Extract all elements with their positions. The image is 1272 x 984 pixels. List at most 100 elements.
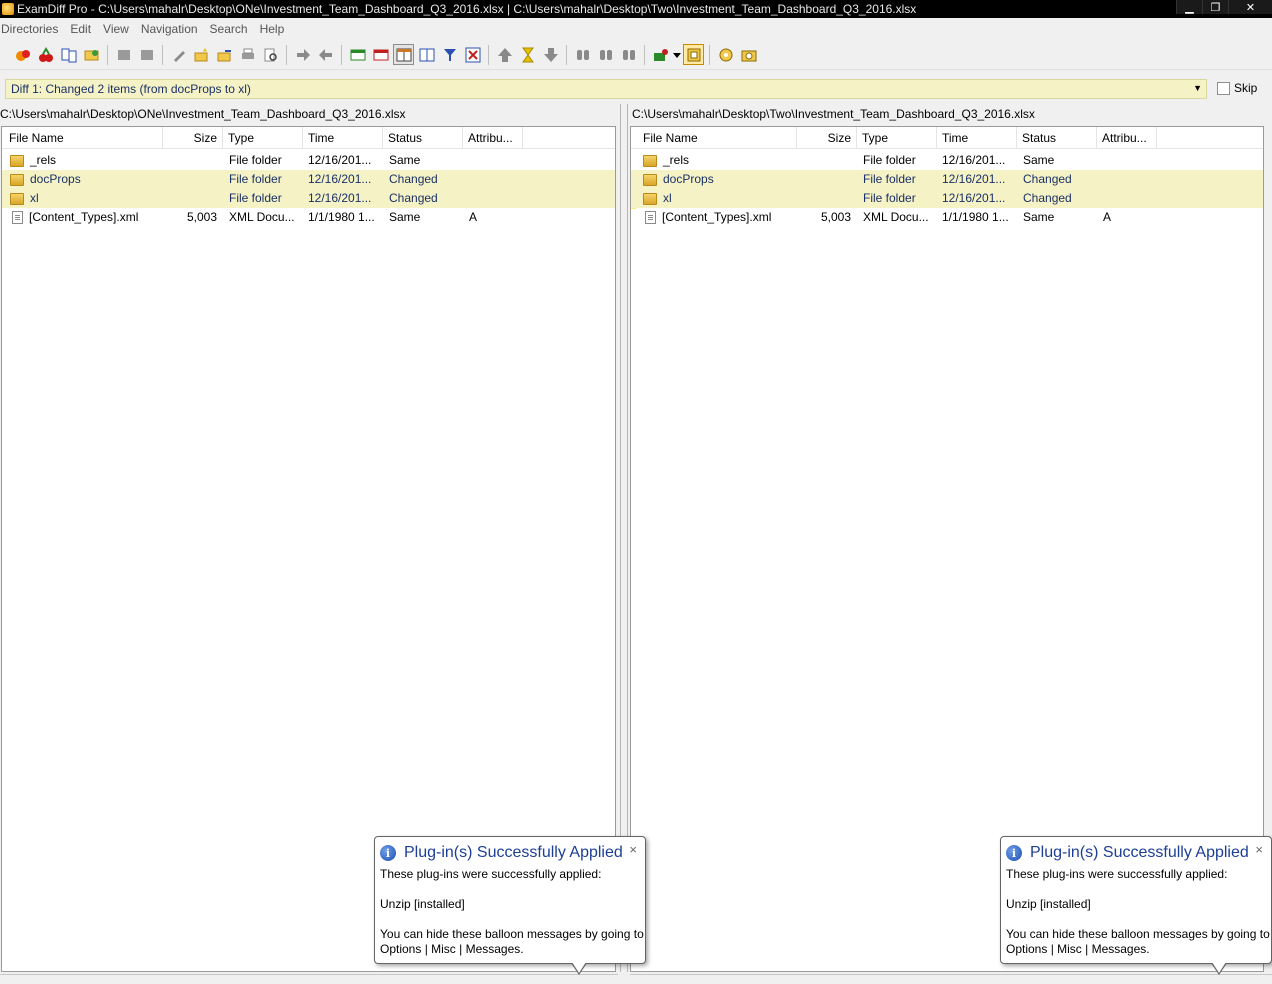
copy-left-icon[interactable] [113, 44, 134, 65]
column-time[interactable]: Time [303, 127, 383, 149]
recompare-icon[interactable] [35, 44, 56, 65]
filter-icon[interactable] [439, 44, 460, 65]
column-size[interactable]: Size [163, 127, 223, 149]
show-different-icon[interactable] [370, 44, 391, 65]
column-attributes[interactable]: Attribu... [463, 127, 523, 149]
table-row[interactable]: docProps File folder 12/16/201... Change… [631, 170, 1263, 189]
arrow-left-icon[interactable] [315, 44, 336, 65]
rename-icon[interactable] [214, 44, 235, 65]
table-row[interactable]: _rels File folder 12/16/201... Same [2, 151, 615, 170]
balloon-close-icon[interactable]: × [1255, 842, 1263, 857]
balloon-line: You can hide these balloon messages by g… [380, 927, 644, 941]
toolbar-separator [566, 44, 567, 65]
file-status: Changed [389, 172, 438, 186]
table-row[interactable]: xl File folder 12/16/201... Changed [631, 189, 1263, 208]
compare-icon[interactable] [12, 44, 33, 65]
dropdown-arrow-icon[interactable] [673, 44, 681, 65]
restore-button[interactable]: ❐ [1202, 0, 1228, 14]
title-bar: ExamDiff Pro - C:\Users\mahalr\Desktop\O… [0, 0, 1272, 18]
prev-diff-icon[interactable] [494, 44, 515, 65]
table-row[interactable]: xl File folder 12/16/201... Changed [2, 189, 615, 208]
column-file-name[interactable]: File Name [638, 127, 797, 149]
snapshot-icon[interactable] [738, 44, 759, 65]
file-status: Changed [1023, 191, 1072, 205]
table-row[interactable]: [Content_Types].xml 5,003 XML Docu... 1/… [2, 208, 615, 227]
file-name: [Content_Types].xml [662, 210, 772, 224]
diff-selector[interactable]: Diff 1: Changed 2 items (from docProps t… [5, 79, 1207, 99]
column-header: File Name Size Type Time Status Attribu.… [2, 127, 615, 149]
column-status[interactable]: Status [383, 127, 463, 149]
table-row[interactable]: docProps File folder 12/16/201... Change… [2, 170, 615, 189]
swap-icon[interactable] [58, 44, 79, 65]
chevron-down-icon[interactable]: ▼ [1193, 83, 1202, 93]
right-status-bar [630, 974, 1272, 984]
menu-view[interactable]: View [103, 22, 135, 36]
table-row[interactable]: [Content_Types].xml 5,003 XML Docu... 1/… [631, 208, 1263, 227]
file-name: docProps [30, 172, 81, 186]
right-path: C:\Users\mahalr\Desktop\Two\Investment_T… [632, 107, 1035, 121]
table-row[interactable]: _rels File folder 12/16/201... Same [631, 151, 1263, 170]
balloon-tail [572, 962, 586, 973]
toolbar-separator [709, 44, 710, 65]
print-preview-icon[interactable] [260, 44, 281, 65]
close-button[interactable]: ✕ [1228, 0, 1272, 14]
column-type[interactable]: Type [857, 127, 937, 149]
balloon-title: Plug-in(s) Successfully Applied [1030, 844, 1249, 861]
file-size [163, 151, 223, 170]
menu-directories[interactable]: Directories [1, 22, 64, 36]
toolbar-separator [341, 44, 342, 65]
window-controls: ▁ ❐ ✕ [1176, 0, 1272, 14]
file-attributes [465, 151, 523, 170]
skip-option[interactable]: Skip [1217, 81, 1257, 95]
file-type: File folder [863, 191, 916, 205]
show-all-icon[interactable] [393, 44, 414, 65]
folder-icon [643, 173, 657, 186]
balloon-close-icon[interactable]: × [629, 842, 637, 857]
show-identical-icon[interactable] [347, 44, 368, 65]
skip-checkbox[interactable] [1217, 81, 1230, 95]
file-status: Same [1023, 210, 1055, 224]
find-prev-icon[interactable] [618, 44, 639, 65]
file-attributes: A [1103, 210, 1112, 224]
copy-right-icon[interactable] [136, 44, 157, 65]
plugins-icon[interactable] [650, 44, 671, 65]
column-status[interactable]: Status [1017, 127, 1097, 149]
menu-edit[interactable]: Edit [70, 22, 97, 36]
column-time[interactable]: Time [937, 127, 1017, 149]
file-size [163, 170, 223, 189]
file-attributes: A [469, 210, 478, 224]
show-unique-icon[interactable] [416, 44, 437, 65]
print-icon[interactable] [237, 44, 258, 65]
file-size [163, 189, 223, 208]
left-path: C:\Users\mahalr\Desktop\ONe\Investment_T… [0, 107, 406, 121]
column-type[interactable]: Type [223, 127, 303, 149]
column-size[interactable]: Size [797, 127, 857, 149]
file-type: File folder [863, 153, 916, 167]
toolbar-separator [107, 44, 108, 65]
plugin-settings-icon[interactable] [683, 44, 704, 65]
file-status: Changed [389, 191, 438, 205]
menu-search[interactable]: Search [210, 22, 254, 36]
column-file-name[interactable]: File Name [4, 127, 163, 149]
arrow-right-icon[interactable] [292, 44, 313, 65]
file-attributes [1099, 170, 1157, 189]
next-diff-icon[interactable] [540, 44, 561, 65]
edit-icon[interactable] [168, 44, 189, 65]
open-folders-icon[interactable] [81, 44, 102, 65]
current-diff-icon[interactable] [517, 44, 538, 65]
menu-navigation[interactable]: Navigation [141, 22, 204, 36]
new-folder-icon[interactable] [191, 44, 212, 65]
find-next-icon[interactable] [595, 44, 616, 65]
column-attributes[interactable]: Attribu... [1097, 127, 1157, 149]
file-size [797, 170, 857, 189]
file-type: File folder [229, 191, 282, 205]
find-icon[interactable] [572, 44, 593, 65]
filter-options-icon[interactable] [462, 44, 483, 65]
file-attributes [465, 189, 523, 208]
minimize-button[interactable]: ▁ [1176, 0, 1202, 14]
file-type: XML Docu... [229, 210, 295, 224]
menu-help[interactable]: Help [260, 22, 291, 36]
options-icon[interactable] [715, 44, 736, 65]
file-name: docProps [663, 172, 714, 186]
balloon-title: Plug-in(s) Successfully Applied [404, 844, 623, 861]
